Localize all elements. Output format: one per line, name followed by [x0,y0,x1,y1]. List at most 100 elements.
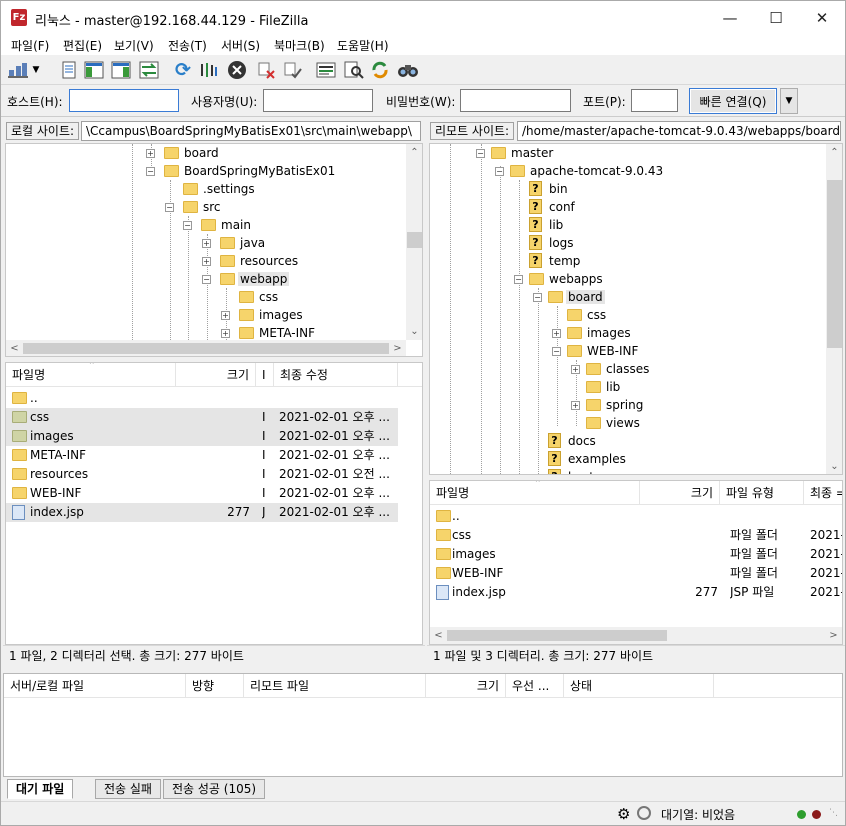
search-icon[interactable] [397,59,419,81]
local-tree-hscrollbar[interactable]: < > [6,340,406,356]
tree-node[interactable]: lib [571,378,620,396]
disconnect-icon[interactable] [255,59,277,81]
reconnect-icon[interactable] [281,59,303,81]
local-tree-icon[interactable] [83,59,105,81]
tree-node[interactable]: ? lib [514,216,563,234]
column-local-file[interactable]: 서버/로컬 파일 [4,674,186,698]
tree-node[interactable]: .settings [165,180,255,198]
column-remote-file[interactable]: 리모트 파일 [244,674,426,698]
column-status[interactable]: 상태 [564,674,714,698]
column-filetype[interactable]: 파일 유형 [720,481,804,505]
list-item[interactable]: resources I 2021-02-01 오전 ... [6,465,398,484]
tree-node[interactable]: + spring [571,396,643,414]
username-input[interactable] [263,89,373,112]
host-input[interactable] [69,89,179,112]
tree-node[interactable]: − webapp [202,270,290,288]
gear-icon[interactable]: ⚙ [617,805,630,823]
menu-server[interactable]: 서버(S) [221,37,260,54]
tree-node[interactable]: + java [202,234,265,252]
tab-failed-transfers[interactable]: 전송 실패 [95,779,161,799]
scroll-left-icon[interactable]: < [6,340,23,356]
tree-node[interactable]: − src [165,198,221,216]
message-log-icon[interactable] [58,59,80,81]
list-item[interactable]: .. [430,507,842,526]
quickconnect-dropdown-icon[interactable]: ▼ [780,88,798,114]
remote-tree-vscrollbar[interactable]: ⌃ ⌄ [826,144,842,474]
directory-filter-icon[interactable] [315,59,337,81]
tree-node[interactable]: ? examples [533,450,626,468]
compare-icon[interactable] [343,59,365,81]
tree-node[interactable]: + images [221,306,303,324]
list-item[interactable]: WEB-INF I 2021-02-01 오후 ... [6,484,398,503]
tree-node[interactable]: css [552,306,606,324]
tree-node[interactable]: − apache-tomcat-9.0.43 [495,162,663,180]
close-button[interactable]: ✕ [799,1,845,35]
sync-browse-icon[interactable] [369,59,391,81]
list-item[interactable]: WEB-INF 파일 폴더 2021- [430,564,842,583]
password-input[interactable] [460,89,571,112]
scroll-up-icon[interactable]: ⌃ [406,144,422,161]
menu-bookmarks[interactable]: 북마크(B) [274,37,325,54]
site-manager-icon[interactable] [7,59,29,81]
column-modified[interactable]: 최종 = [804,481,842,505]
scroll-down-icon[interactable]: ⌄ [826,458,842,474]
column-size[interactable]: 크기 [176,363,256,387]
column-priority[interactable]: 우선 ... [506,674,564,698]
menu-view[interactable]: 보기(V) [114,37,154,54]
remote-path-input[interactable]: /home/master/apache-tomcat-9.0.43/webapp… [517,121,841,141]
scroll-thumb[interactable] [447,630,667,641]
quickconnect-button[interactable]: 빠른 연결(Q) [689,88,777,114]
tree-node[interactable]: ? bin [514,180,568,198]
tree-node[interactable]: ? conf [514,198,575,216]
tree-node[interactable]: − board [533,288,605,306]
tree-node[interactable]: + images [552,324,631,342]
scroll-right-icon[interactable]: > [389,340,406,356]
tree-node[interactable]: + resources [202,252,298,270]
transfer-queue-icon[interactable] [138,59,160,81]
port-input[interactable] [631,89,678,112]
scroll-left-icon[interactable]: < [430,627,447,644]
menu-edit[interactable]: 편집(E) [63,37,102,54]
column-queue-size[interactable]: 크기 [426,674,506,698]
local-tree-vscrollbar[interactable]: ⌃ ⌄ [406,144,422,340]
list-item[interactable]: images 파일 폴더 2021- [430,545,842,564]
menu-help[interactable]: 도움말(H) [337,37,389,54]
scroll-thumb[interactable] [23,343,389,354]
scroll-thumb[interactable] [827,180,842,348]
tree-node[interactable]: ? temp [514,252,580,270]
tree-node[interactable]: − main [183,216,251,234]
list-item[interactable]: css I 2021-02-01 오후 ... [6,408,398,427]
tree-node[interactable]: − WEB-INF [552,342,638,360]
list-item[interactable]: css 파일 폴더 2021- [430,526,842,545]
local-path-input[interactable]: \Ccampus\BoardSpringMyBatisEx01\src\main… [81,121,421,141]
tree-node[interactable]: − master [476,144,553,162]
tree-node[interactable]: views [571,414,640,432]
tree-node[interactable]: − webapps [514,270,603,288]
tree-node[interactable]: ? docs [533,432,596,450]
scroll-thumb[interactable] [407,232,422,248]
process-queue-icon[interactable] [198,59,220,81]
column-size[interactable]: 크기 [640,481,720,505]
list-item[interactable]: images I 2021-02-01 오후 ... [6,427,398,446]
tree-node[interactable]: css [221,288,278,306]
column-type[interactable]: I [256,363,274,387]
remote-list-hscrollbar[interactable]: < > [430,627,842,644]
menu-transfer[interactable]: 전송(T) [168,37,207,54]
refresh-icon[interactable]: ⟳ [172,59,194,81]
tree-node[interactable]: − BoardSpringMyBatisEx01 [146,162,335,180]
tree-node[interactable]: + classes [571,360,649,378]
remote-tree-icon[interactable] [110,59,132,81]
list-item[interactable]: index.jsp 277 J 2021-02-01 오후 ... [6,503,398,522]
tree-node[interactable]: ? logs [514,234,574,252]
tree-node[interactable]: ?host-manager [533,468,652,474]
scroll-up-icon[interactable]: ⌃ [826,144,842,161]
menu-file[interactable]: 파일(F) [11,37,49,54]
maximize-button[interactable]: ☐ [753,1,799,35]
tab-successful-transfers[interactable]: 전송 성공 (105) [163,779,266,799]
column-direction[interactable]: 방향 [186,674,244,698]
cancel-icon[interactable] [226,59,248,81]
scroll-down-icon[interactable]: ⌄ [406,323,422,340]
tree-node[interactable]: + board [146,144,219,162]
list-item[interactable]: .. [6,389,398,408]
scroll-right-icon[interactable]: > [825,627,842,644]
